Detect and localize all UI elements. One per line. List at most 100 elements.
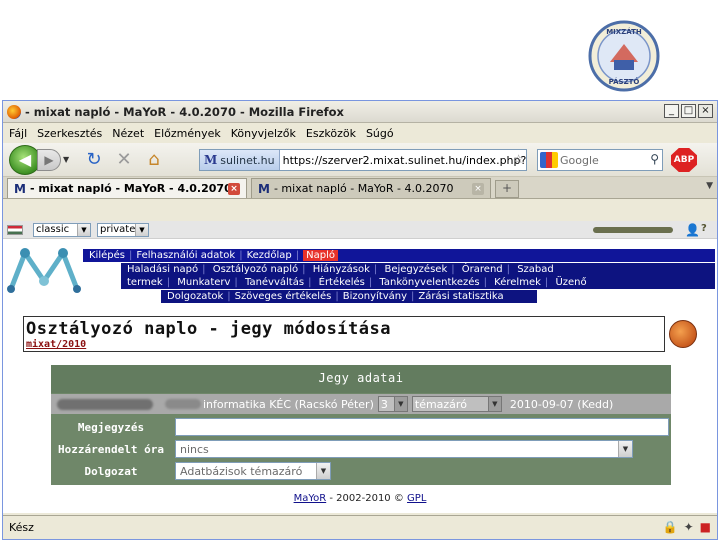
nav-rooms[interactable]: termek <box>127 277 163 288</box>
menu-help[interactable]: Súgó <box>366 127 394 140</box>
tab-label: - mixat napló - MaYoR - 4.0.2070 <box>273 182 454 195</box>
footer-years: - 2002-2010 © <box>329 493 404 504</box>
tab-active[interactable]: M - mixat napló - MaYoR - 4.0.2070 × <box>7 178 247 198</box>
lesson-select[interactable]: nincs ▼ <box>175 440 633 458</box>
minimize-button[interactable]: _ <box>664 104 679 118</box>
close-tab-icon[interactable]: × <box>228 183 240 195</box>
nav-messages[interactable]: Üzenő <box>555 277 586 288</box>
test-select[interactable]: Adatbázisok témazáró ▼ <box>175 462 331 480</box>
policy-select-value: private <box>100 224 136 235</box>
nav-naplo[interactable]: Napló <box>303 250 338 261</box>
close-tab-icon[interactable]: × <box>472 183 484 195</box>
mayor-logo[interactable] <box>7 243 81 295</box>
tab-list-icon[interactable]: ▼ <box>706 181 713 191</box>
status-text: Kész <box>9 521 34 534</box>
menu-history[interactable]: Előzmények <box>154 127 221 140</box>
gpl-link[interactable]: GPL <box>407 493 426 504</box>
redacted-student-name <box>57 398 153 410</box>
nav-closing-stats[interactable]: Zárási statisztika <box>418 291 503 302</box>
nav-progress-log[interactable]: Haladási napó <box>127 264 198 275</box>
close-button[interactable]: × <box>698 104 713 118</box>
menu-tools[interactable]: Eszközök <box>306 127 356 140</box>
help-link[interactable]: ? <box>701 223 707 234</box>
nav-absences[interactable]: Hiányzások <box>313 264 370 275</box>
tab-inactive[interactable]: M - mixat napló - MaYoR - 4.0.2070 × <box>251 178 491 198</box>
security-addon-icon[interactable]: ■ <box>700 520 711 534</box>
note-input[interactable] <box>175 418 669 436</box>
grade-form-header: Jegy adatai <box>51 365 671 393</box>
menu-view[interactable]: Nézet <box>112 127 144 140</box>
stop-icon[interactable]: ✕ <box>113 149 135 171</box>
nav-free-rooms[interactable]: Szabad <box>517 264 554 275</box>
note-row: Megjegyzés <box>51 417 671 437</box>
search-icon[interactable]: ⚲ <box>650 152 659 166</box>
page-footer: MaYoR - 2002-2010 © GPL <box>3 493 717 504</box>
nav-year-change[interactable]: Tanévváltás <box>245 277 304 288</box>
nav-workplan[interactable]: Munkaterv <box>177 277 230 288</box>
grade-info-row: informatika KÉC (Racskó Péter) 3 ▼ témaz… <box>51 394 671 414</box>
adblock-button[interactable]: ABP <box>671 148 697 172</box>
search-box[interactable]: Google ⚲ <box>537 149 663 171</box>
menu-file[interactable]: Fájl <box>9 127 27 140</box>
school-seal-logo: MIXZÁTH PÁSZTÓ <box>588 20 660 92</box>
policy-select[interactable]: private ▼ <box>97 222 149 237</box>
history-dropdown-icon[interactable]: ▼ <box>63 155 75 164</box>
grade-select[interactable]: 3 ▼ <box>377 396 408 412</box>
menu-bookmarks[interactable]: Könyvjelzők <box>231 127 296 140</box>
grade-date: 2010-09-07 (Kedd) <box>509 397 614 411</box>
mayor-link[interactable]: MaYoR <box>294 493 327 504</box>
site-identity-label: sulinet.hu <box>220 153 275 167</box>
menu-edit[interactable]: Szerkesztés <box>37 127 102 140</box>
skin-select-value: classic <box>36 224 70 235</box>
nav-textbook-signup[interactable]: Tankönyvelentkezés <box>379 277 479 288</box>
note-label: Megjegyzés <box>77 420 145 434</box>
test-row: Dolgozat Adatbázisok témazáró ▼ <box>51 461 671 481</box>
chevron-down-icon: ▼ <box>487 397 501 411</box>
reload-icon[interactable]: ↻ <box>83 149 105 171</box>
site-identity-badge[interactable]: M sulinet.hu <box>200 150 280 170</box>
nav-timetable[interactable]: Órarend <box>462 264 503 275</box>
mascot-icon[interactable] <box>669 320 697 348</box>
page-subtitle-link[interactable]: mixat/2010 <box>26 339 86 350</box>
nav-entries[interactable]: Bejegyzések <box>384 264 447 275</box>
lesson-label: Hozzárendelt óra <box>58 442 164 456</box>
address-bar[interactable]: M sulinet.hu https://szerver2.mixat.suli… <box>199 149 527 171</box>
maximize-button[interactable]: □ <box>681 104 696 118</box>
addon-icon[interactable]: ✦ <box>684 520 694 534</box>
chevron-down-icon: ▼ <box>393 397 407 411</box>
subject-text: informatika KÉC (Racskó Péter) <box>203 397 374 411</box>
nav-certificate[interactable]: Bizonyítvány <box>343 291 407 302</box>
grade-form: Jegy adatai informatika KÉC (Racskó Péte… <box>51 365 671 485</box>
nav-logout[interactable]: Kilépés <box>89 250 125 261</box>
mayor-tab-icon: M <box>14 181 26 196</box>
user-icon[interactable]: 👤 <box>685 223 700 237</box>
chevron-down-icon: ▼ <box>135 223 148 236</box>
nav-user-data[interactable]: Felhasználói adatok <box>136 250 235 261</box>
lock-icon[interactable]: 🔒 <box>663 520 678 534</box>
test-label: Dolgozat <box>84 464 138 478</box>
page-heading-box: Osztályozó naplo - jegy módosítása mixat… <box>23 316 665 352</box>
tab-label: - mixat napló - MaYoR - 4.0.2070 <box>29 182 232 195</box>
search-placeholder: Google <box>560 153 599 167</box>
forward-button[interactable]: ▶ <box>37 148 61 171</box>
nav-evaluation[interactable]: Értékelés <box>319 277 365 288</box>
nav-text-evaluation[interactable]: Szöveges értékelés <box>235 291 332 302</box>
menu-bar: Fájl Szerkesztés Nézet Előzmények Könyvj… <box>3 123 717 143</box>
new-tab-button[interactable]: + <box>495 180 519 198</box>
grade-value: 3 <box>380 397 388 411</box>
url-text: https://szerver2.mixat.sulinet.hu/index.… <box>282 153 527 167</box>
nav-tests[interactable]: Dolgozatok <box>167 291 223 302</box>
nav-grade-log[interactable]: Osztályozó napló <box>213 264 298 275</box>
navigation-toolbar: ◀ ▶ ▼ ↻ ✕ ⌂ M sulinet.hu https://szerver… <box>3 143 717 177</box>
bookmark-star-icon[interactable]: ☆ <box>513 152 524 166</box>
chevron-down-icon: ▼ <box>618 441 632 457</box>
home-icon[interactable]: ⌂ <box>143 149 165 171</box>
lesson-row: Hozzárendelt óra nincs ▼ <box>51 439 671 459</box>
nav-level-2: Haladási napó | Osztályozó napló | Hiányzá… <box>121 263 715 289</box>
hungarian-flag-icon[interactable] <box>7 224 23 235</box>
skin-select[interactable]: classic ▼ <box>33 222 91 237</box>
status-bar: Kész 🔒 ✦ ■ <box>3 515 717 539</box>
nav-home[interactable]: Kezdőlap <box>247 250 292 261</box>
grade-type-select[interactable]: témazáró ▼ <box>411 396 502 412</box>
nav-requests[interactable]: Kérelmek <box>494 277 541 288</box>
